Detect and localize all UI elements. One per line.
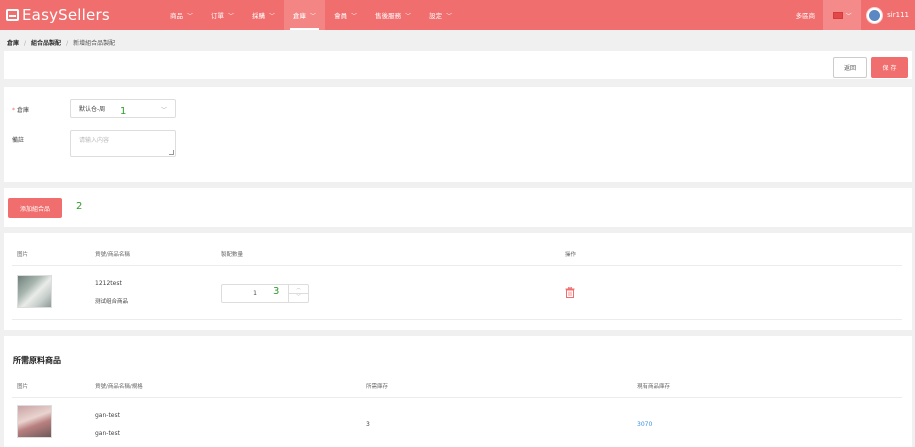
nav-item-settings[interactable]: 設定 ﹀ bbox=[420, 0, 461, 30]
toolbar-card: 返回 保 存 bbox=[4, 51, 912, 79]
multi-store-link[interactable]: 多區商 bbox=[796, 10, 816, 20]
add-combo-card: 添加組合品 2 bbox=[4, 188, 912, 227]
stepper-controls: ︿ ﹀ bbox=[288, 285, 308, 302]
decrement-button[interactable]: ﹀ bbox=[289, 294, 308, 303]
chevron-down-icon: ﹀ bbox=[845, 12, 852, 20]
table-divider bbox=[12, 319, 902, 320]
table-divider bbox=[12, 397, 902, 398]
nav-item-label: 倉庫 bbox=[293, 12, 307, 20]
breadcrumb-item[interactable]: 倉庫 bbox=[7, 40, 19, 47]
chevron-down-icon: ﹀ bbox=[269, 12, 276, 20]
breadcrumb: 倉庫 / 組合品製配 / 新增組合品製配 bbox=[7, 38, 115, 47]
materials-card: 所需原料商品 图片 貨號/商品名稱/規格 所需庫存 現有商品庫存 gan-tes… bbox=[4, 336, 912, 447]
annotation-3: 3 bbox=[273, 286, 280, 297]
nav-item-label: 商品 bbox=[170, 12, 183, 20]
breadcrumb-item[interactable]: 組合品製配 bbox=[31, 40, 61, 47]
chevron-down-icon: ﹀ bbox=[187, 12, 194, 20]
column-header: 貨號/商品名稱 bbox=[95, 252, 130, 258]
product-name: 测试组合商品 bbox=[95, 299, 129, 305]
save-button[interactable]: 保 存 bbox=[871, 57, 908, 78]
warehouse-label: * 倉庫 bbox=[12, 105, 29, 114]
chevron-down-icon: ﹀ bbox=[351, 12, 358, 20]
nav-item-orders[interactable]: 订單 ﹀ bbox=[202, 0, 243, 30]
section-title: 所需原料商品 bbox=[13, 356, 61, 365]
nav-item-label: 會員 bbox=[334, 12, 348, 20]
product-image bbox=[17, 275, 52, 308]
chevron-down-icon: ﹀ bbox=[405, 12, 412, 20]
username: sir111 bbox=[887, 11, 909, 19]
quantity-stepper[interactable]: 1 ︿ ﹀ bbox=[221, 284, 309, 303]
column-header: 图片 bbox=[17, 252, 29, 258]
material-name: gan-test bbox=[95, 430, 120, 437]
warehouse-label-text: 倉庫 bbox=[17, 107, 30, 114]
main-nav: 商品 ﹀ 订單 ﹀ 採購 ﹀ 倉庫 ﹀ 會員 ﹀ 售後服務 ﹀ 設定 ﹀ bbox=[161, 0, 461, 30]
required-stock: 3 bbox=[366, 421, 370, 428]
nav-item-label: 售後服務 bbox=[375, 12, 402, 20]
nav-item-products[interactable]: 商品 ﹀ bbox=[161, 0, 202, 30]
column-header: 貨號/商品名稱/規格 bbox=[95, 384, 143, 390]
form-card: * 倉庫 默认仓-周 ﹀ 1 備註 请输入内容 bbox=[4, 87, 912, 182]
remark-label: 備註 bbox=[12, 137, 25, 144]
user-avatar-image bbox=[869, 9, 881, 21]
language-selector[interactable]: ﹀ bbox=[823, 0, 862, 30]
chevron-down-icon: ﹀ bbox=[228, 12, 235, 20]
resize-handle-icon[interactable] bbox=[169, 150, 174, 155]
column-header: 图片 bbox=[17, 384, 29, 390]
nav-item-label: 設定 bbox=[429, 12, 443, 20]
combo-table-card: 图片 貨號/商品名稱 製配數量 操作 1212test 测试组合商品 1 ︿ ﹀… bbox=[4, 233, 912, 330]
chevron-down-icon: ﹀ bbox=[446, 12, 453, 20]
remark-textarea[interactable]: 请输入内容 bbox=[70, 130, 176, 157]
breadcrumb-separator: / bbox=[24, 40, 27, 47]
nav-item-members[interactable]: 會員 ﹀ bbox=[325, 0, 366, 30]
column-header: 製配數量 bbox=[221, 252, 244, 258]
annotation-2: 2 bbox=[76, 201, 83, 212]
remark-placeholder: 请输入内容 bbox=[79, 137, 110, 144]
breadcrumb-current: 新增組合品製配 bbox=[73, 40, 116, 47]
table-divider bbox=[12, 265, 902, 266]
top-navbar: EasySellers 商品 ﹀ 订單 ﹀ 採購 ﹀ 倉庫 ﹀ 會員 ﹀ 售後服務 ﹀ 設定… bbox=[0, 0, 915, 30]
app-name: EasySellers bbox=[22, 6, 110, 24]
current-stock-link[interactable]: 3070 bbox=[637, 421, 652, 428]
top-right-area: 多區商 ﹀ sir111 bbox=[796, 0, 915, 30]
basket-icon bbox=[6, 9, 19, 21]
trash-icon[interactable] bbox=[565, 287, 575, 298]
material-sku: gan-test bbox=[95, 412, 120, 419]
nav-item-warehouse[interactable]: 倉庫 ﹀ bbox=[284, 0, 326, 30]
nav-item-label: 採購 bbox=[252, 12, 266, 20]
chevron-down-icon: ﹀ bbox=[310, 12, 317, 20]
nav-item-after-sales[interactable]: 售後服務 ﹀ bbox=[366, 0, 420, 30]
add-combo-button[interactable]: 添加組合品 bbox=[8, 198, 62, 218]
nav-item-purchase[interactable]: 採購 ﹀ bbox=[243, 0, 284, 30]
material-image bbox=[17, 405, 52, 438]
avatar bbox=[866, 6, 884, 24]
user-menu[interactable]: sir111 bbox=[866, 6, 909, 24]
breadcrumb-separator: / bbox=[66, 40, 69, 47]
required-mark: * bbox=[12, 107, 15, 114]
warehouse-select-value: 默认仓-周 bbox=[79, 106, 106, 113]
increment-button[interactable]: ︿ bbox=[289, 285, 308, 294]
flag-icon bbox=[832, 11, 843, 19]
product-sku: 1212test bbox=[95, 280, 122, 287]
column-header: 所需庫存 bbox=[366, 384, 389, 390]
nav-item-label: 订單 bbox=[211, 12, 225, 20]
annotation-1: 1 bbox=[120, 106, 127, 117]
column-header: 操作 bbox=[565, 252, 577, 258]
column-header: 現有商品庫存 bbox=[637, 384, 671, 390]
chevron-down-icon: ﹀ bbox=[160, 107, 167, 114]
app-logo[interactable]: EasySellers bbox=[6, 6, 136, 24]
back-button[interactable]: 返回 bbox=[833, 57, 867, 78]
